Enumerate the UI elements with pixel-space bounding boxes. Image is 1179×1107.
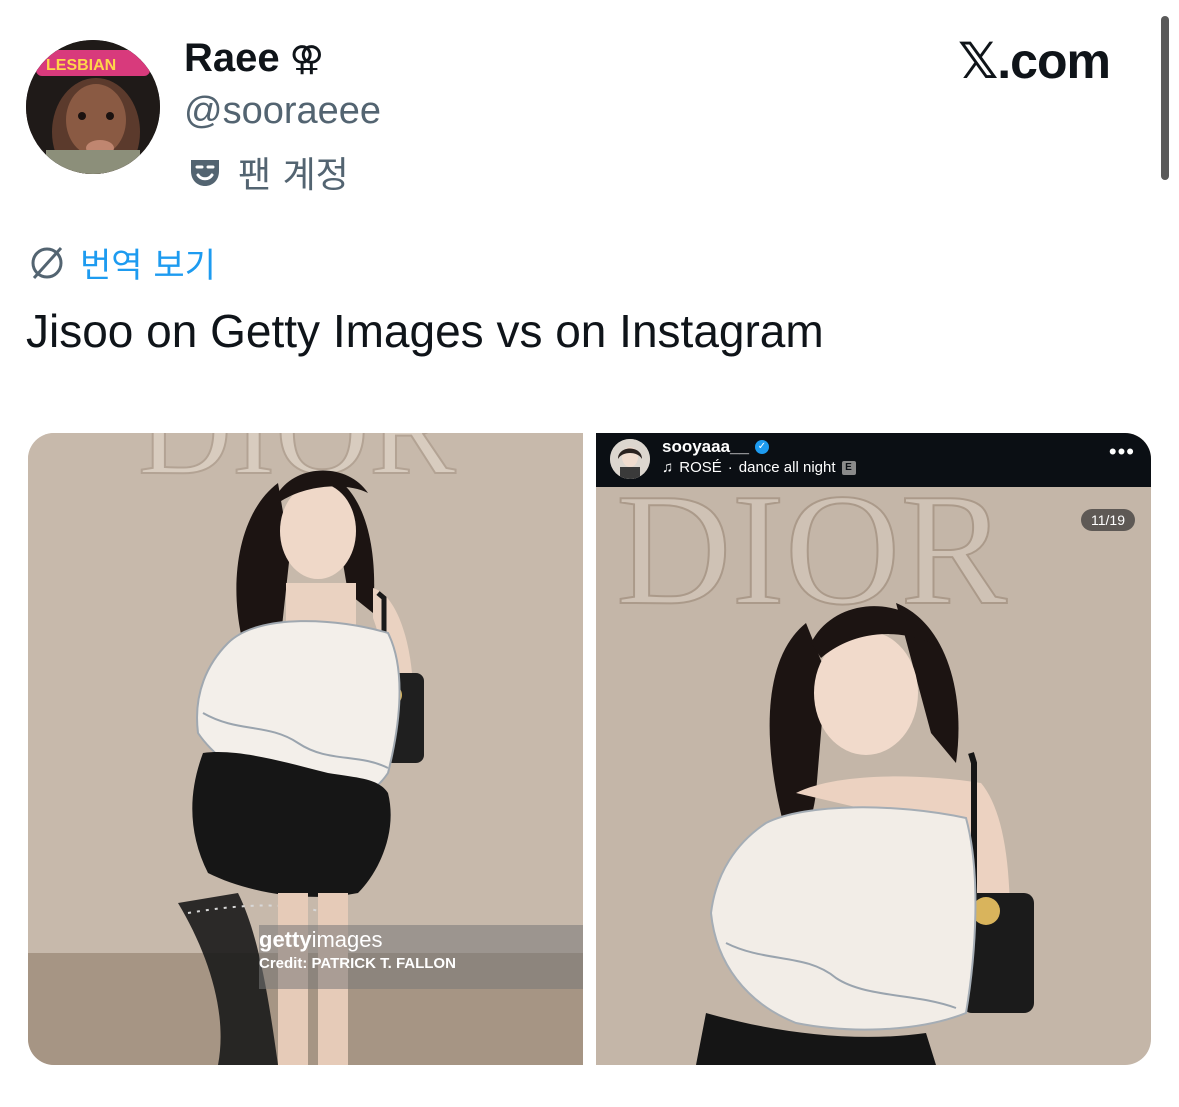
image-counter: 11/19	[1081, 509, 1135, 531]
theater-mask-icon	[191, 160, 219, 186]
display-name[interactable]: Raee	[184, 36, 280, 81]
display-name-row[interactable]: Raee ⚢	[184, 36, 324, 81]
getty-logo: gettyimages	[259, 927, 382, 953]
translate-link[interactable]: 번역 보기	[28, 238, 216, 287]
getty-logo-suffix: images	[311, 927, 383, 952]
translate-label[interactable]: 번역 보기	[80, 238, 216, 287]
more-options-icon[interactable]: •••	[1109, 439, 1135, 465]
instagram-avatar[interactable]	[610, 439, 650, 479]
verified-badge-icon: ✓	[754, 440, 769, 454]
avatar-image: LESBIAN	[26, 40, 160, 174]
globe-icon	[31, 246, 63, 279]
getty-logo-prefix: getty	[259, 927, 312, 952]
instagram-user-row[interactable]: sooyaaa__ ✓	[662, 437, 769, 457]
instagram-photo[interactable]: DIOR sooyaaa__ ✓ ♫ ROSÉ · dance all nigh…	[596, 433, 1151, 1065]
getty-credit: Credit: PATRICK T. FALLON	[259, 955, 456, 972]
music-artist: ROSÉ	[679, 459, 722, 476]
instagram-avatar-image	[610, 439, 650, 479]
avatar[interactable]: LESBIAN	[26, 40, 160, 174]
instagram-music-row[interactable]: ♫ ROSÉ · dance all night E	[662, 459, 856, 476]
instagram-header: sooyaaa__ ✓ ♫ ROSÉ · dance all night E •…	[596, 433, 1151, 487]
brand-logo: 𝕏.com	[958, 33, 1111, 89]
handle[interactable]: @sooraeee	[184, 90, 381, 133]
tweet-text: Jisoo on Getty Images vs on Instagram	[26, 305, 824, 357]
getty-photo[interactable]: DIOR gettyimages Credit: PATRICK T. FALL…	[28, 433, 583, 1065]
scrollbar[interactable]	[1161, 16, 1169, 180]
instagram-username[interactable]: sooyaaa__	[662, 437, 749, 457]
music-note-icon: ♫	[662, 459, 674, 476]
instagram-photo-image: DIOR	[596, 433, 1151, 1065]
music-separator: ·	[727, 459, 733, 476]
account-type: 팬 계정	[238, 155, 349, 196]
account-label: 팬 계정	[188, 146, 349, 198]
getty-watermark: gettyimages Credit: PATRICK T. FALLON	[259, 925, 583, 989]
explicit-badge: E	[841, 460, 856, 475]
avatar-hat-text: LESBIAN	[46, 57, 116, 74]
gender-symbol: ⚢	[289, 39, 324, 78]
music-title: dance all night	[738, 459, 836, 476]
